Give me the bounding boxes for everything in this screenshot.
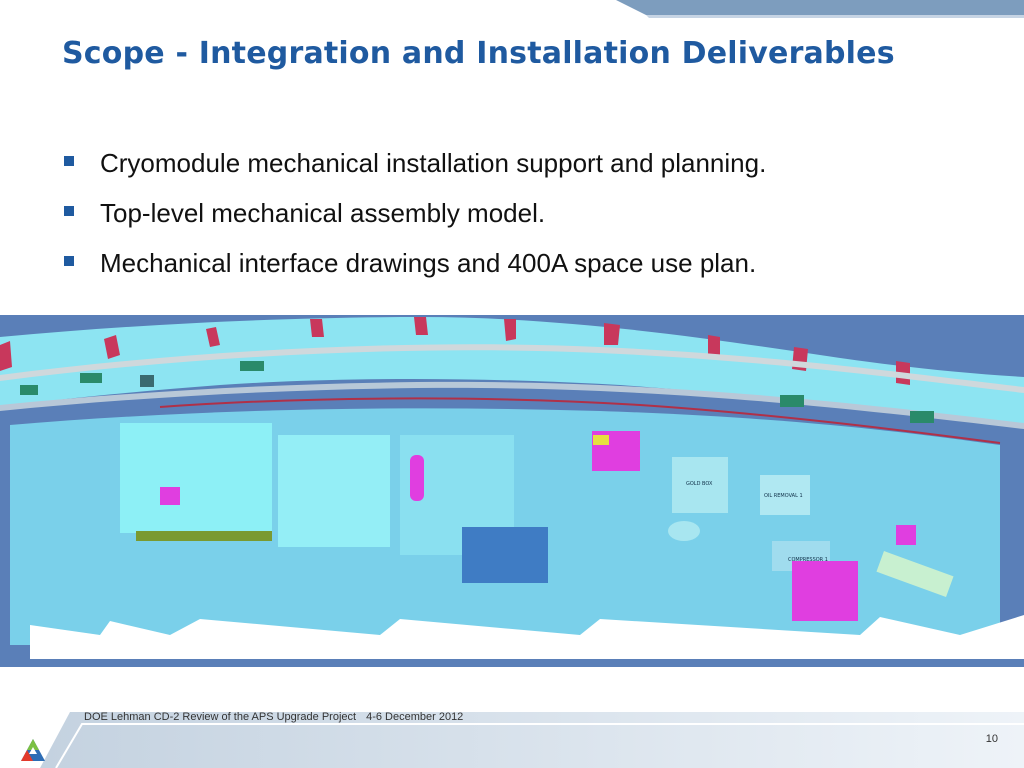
room-center: [278, 435, 390, 547]
gold-box-label: GOLD BOX: [686, 481, 713, 487]
bullet-item: Cryomodule mechanical installation suppo…: [62, 140, 1012, 190]
square-bullet-icon: [64, 256, 74, 266]
equipment-yellow: [593, 435, 609, 445]
equipment-block: [80, 373, 102, 383]
footer-date: 4-6 December 2012: [366, 711, 464, 723]
tank: [668, 521, 700, 541]
bullet-text: Cryomodule mechanical installation suppo…: [100, 148, 767, 178]
slide-title: Scope - Integration and Installation Del…: [62, 36, 895, 71]
facility-3d-model-image: GOLD BOX OIL REMOVAL 1 COMPRESSOR 1: [0, 315, 1024, 667]
footer-event: DOE Lehman CD-2 Review of the APS Upgrad…: [84, 711, 357, 723]
footer-caption: DOE Lehman CD-2 Review of the APS Upgrad…: [84, 711, 473, 723]
room-left-base: [136, 531, 272, 541]
equipment-magenta-large: [792, 561, 858, 621]
bullet-text: Top-level mechanical assembly model.: [100, 198, 546, 228]
equipment-block: [140, 375, 154, 387]
room-left: [120, 423, 272, 533]
equipment-block: [780, 395, 804, 407]
equipment-block: [910, 411, 934, 423]
bullet-item: Mechanical interface drawings and 400A s…: [62, 240, 1012, 290]
page-number: 10: [985, 733, 998, 745]
equipment-magenta: [160, 487, 180, 505]
square-bullet-icon: [64, 206, 74, 216]
cryostat-cylinder: [410, 455, 424, 501]
model-bottom-edge: [0, 659, 1024, 667]
footer-band: [40, 712, 1024, 768]
square-bullet-icon: [64, 156, 74, 166]
equipment-magenta: [896, 525, 916, 545]
control-room: [462, 527, 548, 583]
equipment-block: [240, 361, 264, 371]
bullet-text: Mechanical interface drawings and 400A s…: [100, 248, 757, 278]
equipment-block: [20, 385, 38, 395]
bullet-list: Cryomodule mechanical installation suppo…: [62, 140, 1012, 290]
header-band: [616, 0, 1024, 18]
bullet-item: Top-level mechanical assembly model.: [62, 190, 1012, 240]
oil-removal-label: OIL REMOVAL 1: [764, 493, 803, 499]
argonne-triangle-logo-icon: [21, 739, 45, 761]
